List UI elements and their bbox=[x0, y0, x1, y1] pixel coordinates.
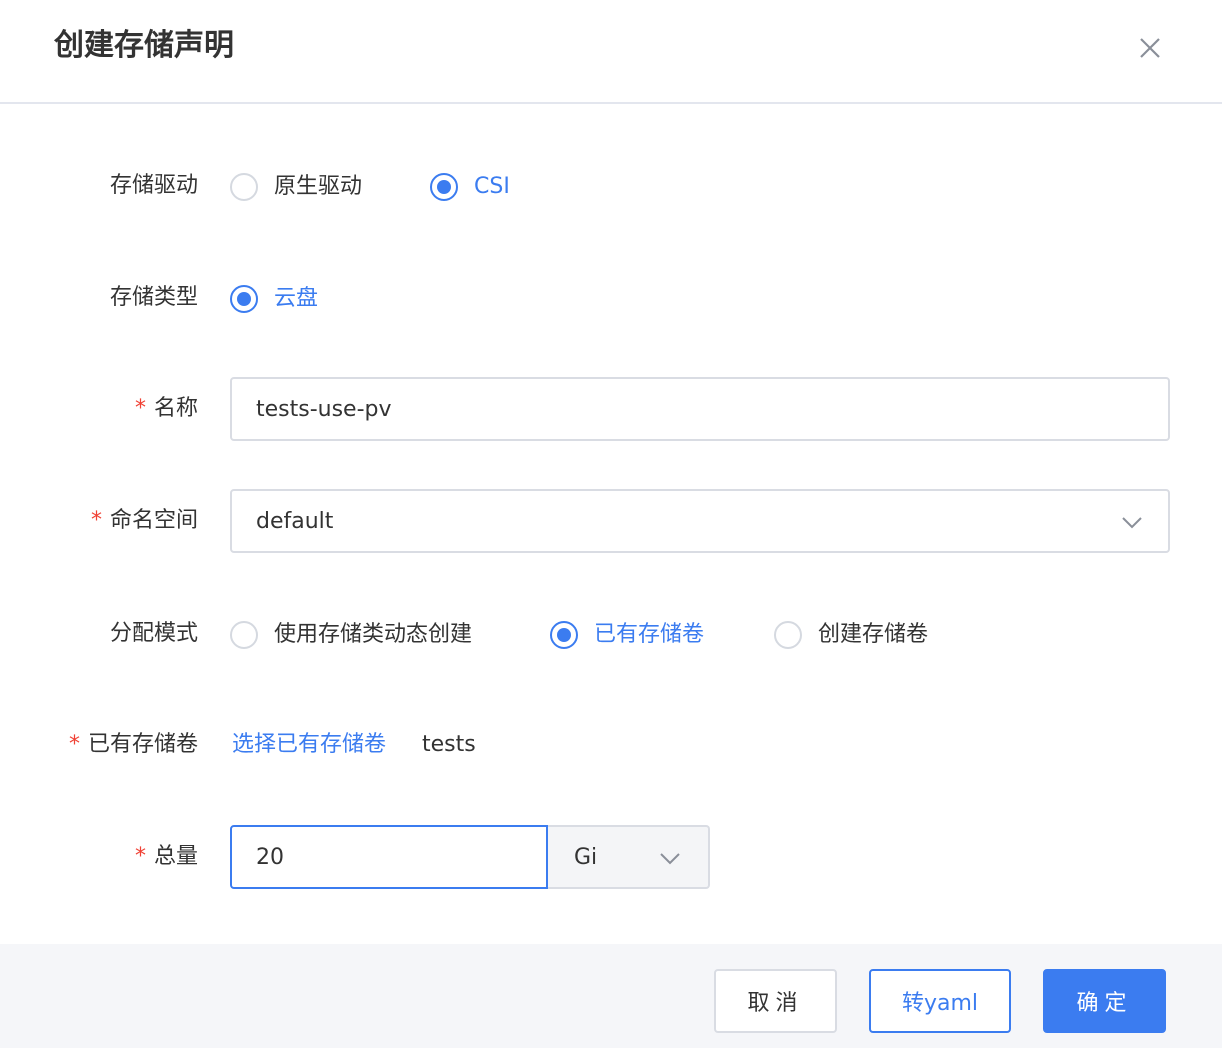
radio-label: CSI bbox=[474, 174, 510, 199]
radio-dynamic-create[interactable]: 使用存储类动态创建 bbox=[230, 620, 472, 650]
capacity-input[interactable]: 20 bbox=[230, 825, 548, 889]
radio-label: 创建存储卷 bbox=[818, 622, 929, 647]
namespace-label-text: 命名空间 bbox=[109, 508, 198, 533]
allocation-mode-label-text: 分配模式 bbox=[109, 621, 198, 646]
storage-driver-label-text: 存储驱动 bbox=[109, 173, 198, 198]
existing-volume-label: * 已有存储卷 bbox=[69, 730, 198, 760]
radio-circle[interactable] bbox=[550, 621, 578, 649]
name-input[interactable]: tests-use-pv bbox=[230, 377, 1170, 441]
capacity-unit-value: Gi bbox=[574, 844, 598, 870]
capacity-label-text: 总量 bbox=[153, 844, 198, 869]
required-mark: * bbox=[134, 396, 146, 421]
existing-volume-label-text: 已有存储卷 bbox=[87, 732, 198, 757]
name-input-value: tests-use-pv bbox=[256, 396, 392, 422]
capacity-unit-select[interactable]: Gi bbox=[548, 825, 710, 889]
radio-circle[interactable] bbox=[230, 173, 258, 201]
namespace-select[interactable]: default bbox=[230, 489, 1170, 553]
name-label: * 名称 bbox=[135, 394, 198, 424]
namespace-label: * 命名空间 bbox=[91, 506, 198, 536]
namespace-select-value: default bbox=[256, 508, 334, 534]
radio-existing-volume[interactable]: 已有存储卷 bbox=[550, 620, 704, 650]
storage-type-label-text: 存储类型 bbox=[109, 285, 198, 310]
required-mark: * bbox=[90, 508, 102, 533]
radio-label: 使用存储类动态创建 bbox=[274, 622, 473, 647]
radio-circle[interactable] bbox=[430, 173, 458, 201]
cancel-button[interactable]: 取消 bbox=[714, 969, 837, 1033]
capacity-label: * 总量 bbox=[135, 842, 198, 872]
required-mark: * bbox=[68, 732, 80, 757]
chevron-down-icon[interactable] bbox=[658, 847, 682, 871]
required-mark: * bbox=[134, 844, 146, 869]
to-yaml-button[interactable]: 转yaml bbox=[869, 969, 1011, 1033]
radio-circle[interactable] bbox=[230, 621, 258, 649]
selected-volume-value: tests bbox=[422, 732, 476, 757]
capacity-input-value: 20 bbox=[256, 844, 284, 870]
select-existing-volume-link[interactable]: 选择已有存储卷 bbox=[232, 730, 386, 760]
radio-csi-driver[interactable]: CSI bbox=[430, 172, 510, 202]
create-pvc-dialog: 创建存储声明 存储驱动 原生驱动 CSI 存储类型 云盘 * 名称 tests-u… bbox=[0, 0, 1222, 1048]
radio-label: 云盘 bbox=[274, 286, 319, 311]
radio-circle[interactable] bbox=[230, 285, 258, 313]
dialog-title: 创建存储声明 bbox=[54, 28, 234, 63]
allocation-mode-label: 分配模式 bbox=[110, 619, 198, 649]
confirm-button[interactable]: 确定 bbox=[1043, 969, 1166, 1033]
close-icon[interactable] bbox=[1134, 32, 1166, 64]
radio-circle[interactable] bbox=[774, 621, 802, 649]
name-label-text: 名称 bbox=[153, 396, 198, 421]
radio-label: 已有存储卷 bbox=[594, 622, 705, 647]
radio-label: 原生驱动 bbox=[274, 174, 363, 199]
radio-native-driver[interactable]: 原生驱动 bbox=[230, 172, 362, 202]
chevron-down-icon[interactable] bbox=[1120, 511, 1144, 535]
radio-create-volume[interactable]: 创建存储卷 bbox=[774, 620, 928, 650]
dialog-header: 创建存储声明 bbox=[0, 0, 1222, 104]
radio-cloud-disk[interactable]: 云盘 bbox=[230, 284, 318, 314]
storage-driver-label: 存储驱动 bbox=[110, 171, 198, 201]
storage-type-label: 存储类型 bbox=[110, 283, 198, 313]
dialog-footer: 取消 转yaml 确定 bbox=[0, 944, 1222, 1048]
